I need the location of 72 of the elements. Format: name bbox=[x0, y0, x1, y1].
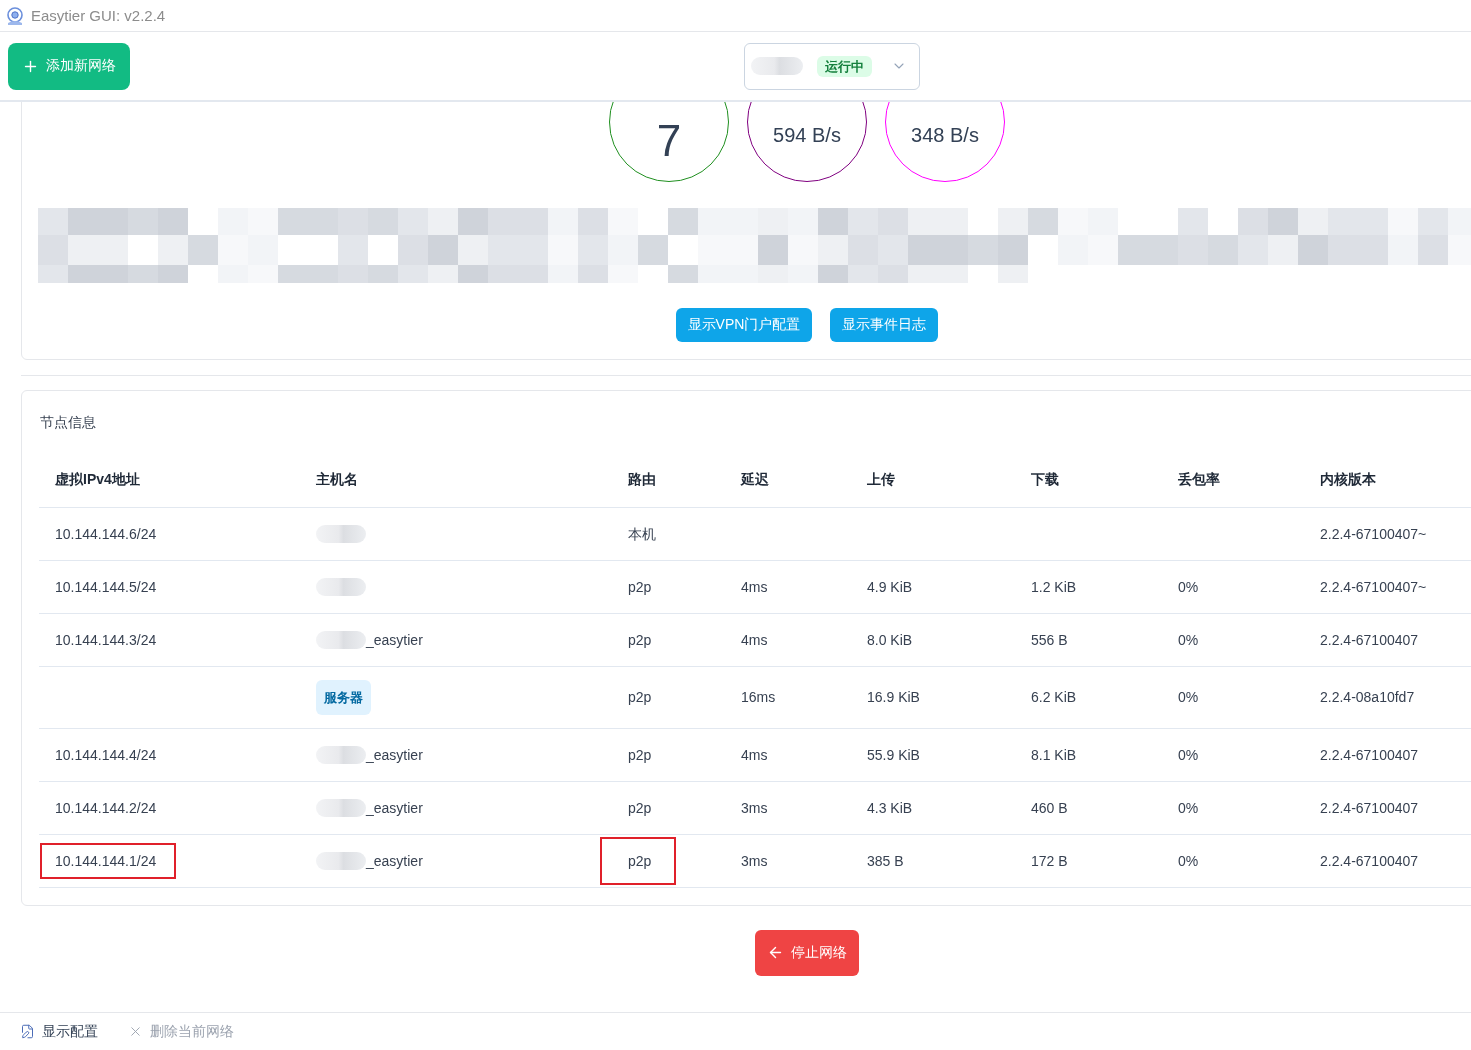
table-cell: 10.144.144.4/24 bbox=[39, 728, 300, 781]
table-cell: 10.144.144.6/24 bbox=[39, 507, 300, 560]
column-header: 下载 bbox=[1015, 454, 1162, 507]
table-cell: 2.2.4-67100407 bbox=[1304, 613, 1471, 666]
table-cell: 6.2 KiB bbox=[1015, 666, 1162, 728]
table-cell: 1.2 KiB bbox=[1015, 560, 1162, 613]
table-cell: 本机 bbox=[612, 507, 725, 560]
highlighted-cell-text: p2p bbox=[600, 836, 677, 885]
table-cell: p2p bbox=[612, 781, 725, 834]
hostname-text: _easytier bbox=[366, 745, 423, 765]
table-cell: 4ms bbox=[725, 728, 851, 781]
column-header: 路由 bbox=[612, 454, 725, 507]
table-cell: 0% bbox=[1162, 834, 1304, 887]
column-header: 内核版本 bbox=[1304, 454, 1471, 507]
table-cell: 3ms bbox=[725, 834, 851, 887]
table-cell: 4.3 KiB bbox=[851, 781, 1015, 834]
table-cell: p2p bbox=[612, 666, 725, 728]
server-tag: 服务器 bbox=[316, 679, 371, 715]
column-header: 上传 bbox=[851, 454, 1015, 507]
table-cell: 2.2.4-67100407~ bbox=[1304, 560, 1471, 613]
table-cell: 16.9 KiB bbox=[851, 666, 1015, 728]
cross-icon bbox=[128, 1024, 143, 1039]
file-pen-icon bbox=[20, 1024, 35, 1039]
card-title: 节点信息 bbox=[39, 413, 97, 432]
table-cell: 0% bbox=[1162, 666, 1304, 728]
panel-toggle-button[interactable]: 显示事件日志 bbox=[830, 308, 939, 342]
stop-network-button[interactable]: 停止网络 bbox=[755, 929, 859, 976]
stat-value: 594 B/s bbox=[773, 123, 841, 147]
table-cell: 8.0 KiB bbox=[851, 613, 1015, 666]
table-cell: 172 B bbox=[1015, 834, 1162, 887]
table-cell: 0% bbox=[1162, 781, 1304, 834]
table-cell: 0% bbox=[1162, 728, 1304, 781]
table-cell: 556 B bbox=[1015, 613, 1162, 666]
table-cell: 2.2.4-67100407 bbox=[1304, 781, 1471, 834]
table-cell: 10.144.144.5/24 bbox=[39, 560, 300, 613]
table-cell: 2.2.4-67100407 bbox=[1304, 834, 1471, 887]
table-cell: 16ms bbox=[725, 666, 851, 728]
add-network-button[interactable]: 添加新网络 bbox=[8, 42, 130, 90]
table-cell: 4ms bbox=[725, 613, 851, 666]
table-cell: 0% bbox=[1162, 613, 1304, 666]
column-header: 主机名 bbox=[300, 454, 612, 507]
highlighted-cell-text: 10.144.144.1/24 bbox=[40, 842, 177, 879]
table-cell: p2p bbox=[612, 728, 725, 781]
window-title: Easytier GUI: v2.2.4 bbox=[31, 7, 166, 24]
column-header: 虚拟IPv4地址 bbox=[39, 454, 300, 507]
hostname-text: _easytier bbox=[366, 630, 423, 650]
table-cell: 4ms bbox=[725, 560, 851, 613]
hostname-text: _easytier bbox=[366, 798, 423, 818]
table-cell: 10.144.144.3/24 bbox=[39, 613, 300, 666]
app-logo-icon bbox=[5, 5, 25, 26]
table-cell: p2p bbox=[612, 560, 725, 613]
table-cell: 2.2.4-08a10fd7 bbox=[1304, 666, 1471, 728]
table-cell: 3ms bbox=[725, 781, 851, 834]
hostname-text: _easytier bbox=[366, 851, 423, 871]
show-config-button[interactable]: 显示配置 bbox=[20, 1022, 98, 1041]
table-cell: 2.2.4-67100407 bbox=[1304, 728, 1471, 781]
table-cell: 4.9 KiB bbox=[851, 560, 1015, 613]
stat-value: 7 bbox=[656, 116, 682, 166]
network-select[interactable]: 运行中 bbox=[744, 42, 920, 90]
table-cell: 0% bbox=[1162, 560, 1304, 613]
table-cell: 10.144.144.2/24 bbox=[39, 781, 300, 834]
table-cell: 2.2.4-67100407~ bbox=[1304, 507, 1471, 560]
status-tag: 运行中 bbox=[817, 55, 872, 77]
table-cell: 460 B bbox=[1015, 781, 1162, 834]
table-cell: 385 B bbox=[851, 834, 1015, 887]
stat-value: 348 B/s bbox=[911, 123, 979, 147]
column-header: 丢包率 bbox=[1162, 454, 1304, 507]
table-cell: p2p bbox=[612, 613, 725, 666]
table-cell: 8.1 KiB bbox=[1015, 728, 1162, 781]
table-cell: 55.9 KiB bbox=[851, 728, 1015, 781]
panel-toggle-button[interactable]: 显示VPN门户配置 bbox=[675, 308, 813, 342]
column-header: 延迟 bbox=[725, 454, 851, 507]
